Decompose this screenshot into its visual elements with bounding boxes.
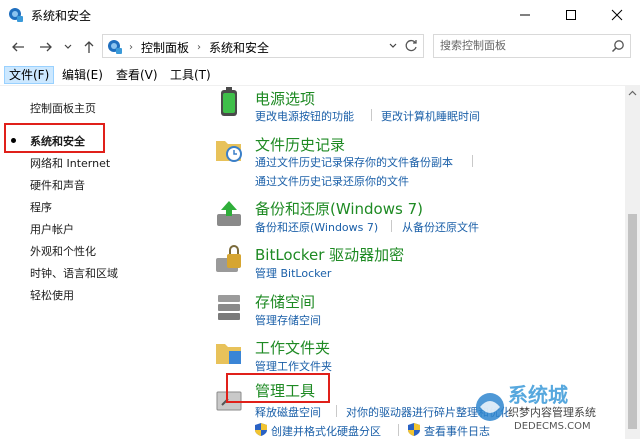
backup-icon	[217, 201, 241, 226]
category-title-work-folders[interactable]: 工作文件夹	[255, 337, 330, 358]
sidebar-item-appearance[interactable]: 外观和个性化	[30, 243, 96, 259]
sidebar: 控制面板主页 系统和安全 网络和 Internet 硬件和声音 程序 用户帐户 …	[0, 86, 205, 439]
highlight-box	[4, 123, 105, 153]
link-separator	[391, 220, 392, 232]
menu-file[interactable]: 文件(F)	[4, 66, 55, 84]
chevron-down-icon[interactable]	[389, 42, 397, 50]
sidebar-item-clock-region[interactable]: 时钟、语言和区域	[30, 265, 118, 281]
link-file-history-backup[interactable]: 通过文件历史记录保存你的文件备份副本	[255, 154, 453, 170]
chevron-down-icon	[64, 44, 72, 49]
scroll-up-icon[interactable]	[628, 89, 637, 98]
menu-tools[interactable]: 工具(T)	[166, 66, 215, 84]
up-button[interactable]	[80, 38, 98, 56]
highlight-box	[226, 373, 330, 403]
breadcrumb-control-panel[interactable]: 控制面板	[141, 39, 189, 56]
link-file-history-restore[interactable]: 通过文件历史记录还原你的文件	[255, 173, 409, 189]
watermark-caption: 织梦内容管理系统	[508, 404, 596, 420]
minimize-button[interactable]	[502, 0, 548, 30]
folder-clock-icon	[216, 141, 242, 162]
category-title-storage[interactable]: 存储空间	[255, 291, 315, 312]
link-backup-restore[interactable]: 备份和还原(Windows 7)	[255, 219, 378, 235]
link-separator	[472, 155, 473, 167]
maximize-icon	[566, 10, 576, 20]
navigation-bar: › 控制面板 › 系统和安全	[0, 30, 640, 63]
arrow-up-icon	[84, 41, 94, 53]
close-button[interactable]	[594, 0, 640, 30]
link-free-disk-space[interactable]: 释放磁盘空间	[255, 404, 321, 420]
category-title-backup[interactable]: 备份和还原(Windows 7)	[255, 198, 423, 219]
breadcrumb-separator-icon[interactable]: ›	[129, 42, 133, 53]
category-title-power[interactable]: 电源选项	[255, 88, 315, 109]
link-manage-bitlocker[interactable]: 管理 BitLocker	[255, 265, 331, 281]
control-panel-icon	[108, 40, 122, 54]
minimize-icon	[520, 14, 530, 16]
link-sleep-time[interactable]: 更改计算机睡眠时间	[381, 108, 480, 124]
breadcrumb-system-security[interactable]: 系统和安全	[209, 39, 269, 56]
link-separator	[398, 424, 399, 436]
link-restore-from-backup[interactable]: 从备份还原文件	[402, 219, 479, 235]
arrow-left-icon	[12, 42, 24, 52]
link-manage-storage[interactable]: 管理存储空间	[255, 312, 321, 328]
link-create-format-partitions[interactable]: 创建并格式化硬盘分区	[271, 423, 381, 439]
forward-button[interactable]	[37, 38, 55, 56]
menu-bar: 文件(F) 编辑(E) 查看(V) 工具(T)	[0, 64, 640, 86]
sidebar-item-network[interactable]: 网络和 Internet	[30, 155, 110, 171]
refresh-icon[interactable]	[403, 38, 419, 54]
search-box[interactable]	[433, 34, 631, 58]
search-input[interactable]	[440, 39, 600, 52]
breadcrumb-separator-icon[interactable]: ›	[197, 42, 201, 53]
uac-shield-icon	[255, 423, 267, 436]
menu-view[interactable]: 查看(V)	[112, 66, 162, 84]
uac-shield-icon	[408, 423, 420, 436]
storage-spaces-icon	[218, 295, 240, 320]
control-panel-icon	[9, 8, 23, 22]
category-title-file-history[interactable]: 文件历史记录	[255, 134, 345, 155]
address-bar[interactable]: › 控制面板 › 系统和安全	[102, 34, 424, 58]
link-separator	[336, 405, 337, 417]
work-folders-icon	[216, 344, 241, 364]
menu-edit[interactable]: 编辑(E)	[58, 66, 107, 84]
sidebar-item-home[interactable]: 控制面板主页	[30, 100, 96, 116]
watermark-domain: DEDECMS.COM	[514, 421, 591, 432]
watermark: 系统城 织梦内容管理系统 DEDECMS.COM	[470, 377, 640, 439]
sidebar-item-user-accounts[interactable]: 用户帐户	[30, 221, 74, 237]
maximize-button[interactable]	[548, 0, 594, 30]
search-icon[interactable]	[611, 39, 625, 53]
breadcrumb: › 控制面板 › 系统和安全	[129, 39, 269, 56]
recent-locations-button[interactable]	[62, 38, 74, 56]
bitlocker-icon	[216, 245, 241, 272]
sidebar-item-hardware[interactable]: 硬件和声音	[30, 177, 85, 193]
arrow-right-icon	[40, 42, 52, 52]
link-power-buttons[interactable]: 更改电源按钮的功能	[255, 108, 354, 124]
link-manage-work-folders[interactable]: 管理工作文件夹	[255, 358, 332, 374]
back-button[interactable]	[9, 38, 27, 56]
battery-icon	[221, 87, 237, 116]
sidebar-item-ease-of-access[interactable]: 轻松使用	[30, 287, 74, 303]
window-title: 系统和安全	[31, 9, 92, 23]
title-bar: 系统和安全	[0, 0, 640, 30]
category-title-bitlocker[interactable]: BitLocker 驱动器加密	[255, 244, 404, 265]
sidebar-item-programs[interactable]: 程序	[30, 199, 52, 215]
close-icon	[611, 9, 623, 21]
link-separator	[371, 109, 372, 121]
